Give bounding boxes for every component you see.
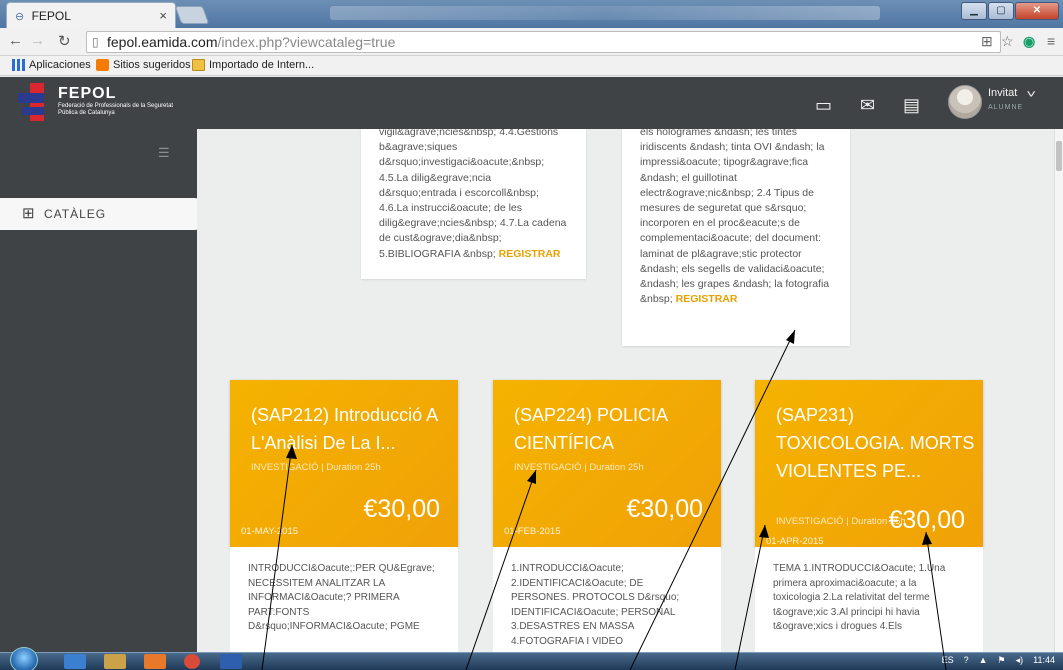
- catalog-content: vigil&agrave;ncies&nbsp; 4.4.Gestions b&…: [197, 129, 1063, 652]
- start-button[interactable]: [10, 647, 38, 670]
- logo-name: FEPOL: [58, 85, 117, 102]
- flag-icon[interactable]: ⚑: [998, 655, 1006, 666]
- bookmark-label: Importado de Intern...: [209, 59, 315, 71]
- browser-toolbar: ← → ↻ ▯ fepol.eamida.com/index.php?viewc…: [0, 28, 1063, 56]
- course-description: TEMA 1.INTRODUCCI&Oacute; 1.Una primera …: [755, 547, 983, 652]
- course-title[interactable]: (SAP224) POLICIA CIENTÍFICA: [514, 401, 714, 457]
- suggested-sites-icon: [96, 59, 109, 71]
- user-role: ALUMNE: [988, 104, 1024, 111]
- sidebar: ☰ ⊞ CATÀLEG: [0, 129, 199, 652]
- logo-mark-stripe-2: [22, 107, 44, 115]
- mail-icon[interactable]: ✉: [860, 95, 875, 116]
- bookmarks-bar: Aplicaciones Sitios sugeridos Importado …: [0, 56, 1063, 76]
- logo-subtitle: Federació de Professionals de la Seguret…: [58, 103, 174, 116]
- list-icon[interactable]: ▤: [903, 95, 920, 116]
- course-date: 01-APR-2015: [766, 536, 824, 547]
- page-icon: ▯: [92, 35, 99, 49]
- course-card-header: (SAP212) Introducció A L'Anàlisi De La I…: [230, 380, 458, 547]
- os-taskbar: ES ? ▲ ⚑ ◂) 11:44: [0, 647, 1063, 670]
- browser-tab-strip: ⊖ FEPOL × ▁ ▢ ✕: [0, 0, 1063, 28]
- chrome-icon[interactable]: [184, 654, 200, 669]
- course-title[interactable]: (SAP231) TOXICOLOGIA. MORTS VIOLENTES PE…: [776, 401, 976, 485]
- apps-grid-icon: [12, 59, 25, 71]
- course-price: €30,00: [626, 495, 703, 523]
- course-description: INTRODUCCI&Oacute;:PER QU&Egrave; NECESS…: [230, 547, 458, 652]
- reload-icon[interactable]: ↻: [58, 32, 71, 50]
- card-description: vigil&agrave;ncies&nbsp; 4.4.Gestions b&…: [379, 129, 567, 260]
- course-card[interactable]: (SAP231) TOXICOLOGIA. MORTS VIOLENTES PE…: [755, 380, 983, 652]
- card-description: els hologrames &ndash; les tintes iridis…: [640, 129, 830, 306]
- tab-close-icon[interactable]: ×: [159, 8, 167, 23]
- chevron-down-icon[interactable]: ˅: [1026, 89, 1036, 101]
- close-window-button[interactable]: ✕: [1015, 2, 1059, 20]
- media-player-icon[interactable]: [144, 654, 166, 669]
- app-topbar: FEPOL Federació de Professionals de la S…: [0, 77, 1063, 129]
- taskbar-blur: [330, 6, 880, 20]
- bookmark-suggested[interactable]: Sitios sugeridos: [96, 59, 191, 71]
- bookmark-label: Sitios sugeridos: [113, 59, 191, 71]
- system-tray: ES ? ▲ ⚑ ◂) 11:44: [942, 655, 1055, 666]
- screen: ⊖ FEPOL × ▁ ▢ ✕ ← → ↻ ▯ fepol.eamida.com…: [0, 0, 1063, 670]
- course-title[interactable]: (SAP212) Introducció A L'Anàlisi De La I…: [251, 401, 451, 457]
- language-indicator[interactable]: ES: [942, 655, 954, 666]
- course-date: 01-FEB-2015: [504, 526, 561, 537]
- sidebar-item-cataleg[interactable]: ⊞ CATÀLEG: [0, 198, 199, 230]
- window-controls: ▁ ▢ ✕: [961, 2, 1059, 20]
- course-price: €30,00: [363, 495, 440, 523]
- course-card[interactable]: (SAP212) Introducció A L'Anàlisi De La I…: [230, 380, 458, 652]
- bookmark-star-icon[interactable]: ☆: [1001, 33, 1014, 50]
- course-category: INVESTIGACIÓ | Duration 25h: [514, 462, 644, 473]
- sidebar-item-label: CATÀLEG: [44, 207, 107, 221]
- explorer-icon[interactable]: [104, 654, 126, 669]
- course-card-body: vigil&agrave;ncies&nbsp; 4.4.Gestions b&…: [361, 129, 586, 279]
- bookmark-imported[interactable]: Importado de Intern...: [192, 59, 314, 71]
- hamburger-icon[interactable]: ☰: [158, 145, 170, 161]
- maximize-button[interactable]: ▢: [988, 2, 1014, 20]
- scrollbar-thumb[interactable]: [1056, 141, 1062, 171]
- word-icon[interactable]: [220, 654, 242, 669]
- browser-tab[interactable]: ⊖ FEPOL ×: [6, 2, 176, 28]
- translate-icon[interactable]: ⊞: [981, 33, 993, 50]
- course-card[interactable]: (SAP224) POLICIA CIENTÍFICA INVESTIGACIÓ…: [493, 380, 721, 652]
- register-link[interactable]: REGISTRAR: [676, 293, 738, 305]
- logo-mark-stripe: [18, 93, 44, 103]
- avatar[interactable]: [948, 85, 982, 119]
- bookmark-apps[interactable]: Aplicaciones: [12, 59, 91, 71]
- window-icon[interactable]: ▭: [815, 95, 832, 116]
- folder-icon: [192, 59, 205, 71]
- course-card-header: (SAP231) TOXICOLOGIA. MORTS VIOLENTES PE…: [755, 380, 983, 547]
- course-category: INVESTIGACIÓ | Duration 25h: [251, 462, 381, 473]
- register-link[interactable]: REGISTRAR: [499, 248, 561, 260]
- page-favicon-icon: ⊖: [15, 11, 25, 23]
- course-card-header: (SAP224) POLICIA CIENTÍFICA INVESTIGACIÓ…: [493, 380, 721, 547]
- course-card-body: els hologrames &ndash; les tintes iridis…: [622, 129, 850, 346]
- back-arrow-icon[interactable]: ←: [8, 32, 23, 49]
- url-host: fepol.eamida.com: [107, 34, 218, 50]
- user-name[interactable]: Invitat: [988, 87, 1017, 99]
- address-bar[interactable]: ▯ fepol.eamida.com/index.php?viewcataleg…: [86, 31, 1001, 53]
- course-date: 01-MAY-2015: [241, 526, 299, 537]
- course-category: INVESTIGACIÓ | Duration 25h: [776, 516, 906, 527]
- forward-arrow-icon[interactable]: →: [30, 32, 45, 49]
- network-icon[interactable]: ▲: [979, 655, 988, 666]
- bookmark-label: Aplicaciones: [29, 59, 91, 71]
- menu-icon[interactable]: ≡: [1047, 33, 1055, 49]
- tab-title: FEPOL: [31, 9, 71, 23]
- volume-icon[interactable]: ◂): [1016, 655, 1024, 666]
- new-tab-button[interactable]: [174, 6, 210, 24]
- scrollbar[interactable]: [1054, 129, 1063, 652]
- course-price: €30,00: [888, 506, 965, 534]
- app: FEPOL Federació de Professionals de la S…: [0, 77, 1063, 652]
- url-path: /index.php?viewcataleg=true: [217, 34, 396, 50]
- grid-icon: ⊞: [22, 205, 35, 222]
- fepol-logo[interactable]: FEPOL Federació de Professionals de la S…: [18, 83, 178, 123]
- minimize-button[interactable]: ▁: [961, 2, 987, 20]
- ie-icon[interactable]: [64, 654, 86, 669]
- help-icon[interactable]: ?: [964, 655, 969, 666]
- extension-icon[interactable]: ◉: [1023, 33, 1035, 50]
- clock: 11:44: [1033, 655, 1055, 665]
- course-description: 1.INTRODUCCI&Oacute; 2.IDENTIFICACI&Oacu…: [493, 547, 721, 652]
